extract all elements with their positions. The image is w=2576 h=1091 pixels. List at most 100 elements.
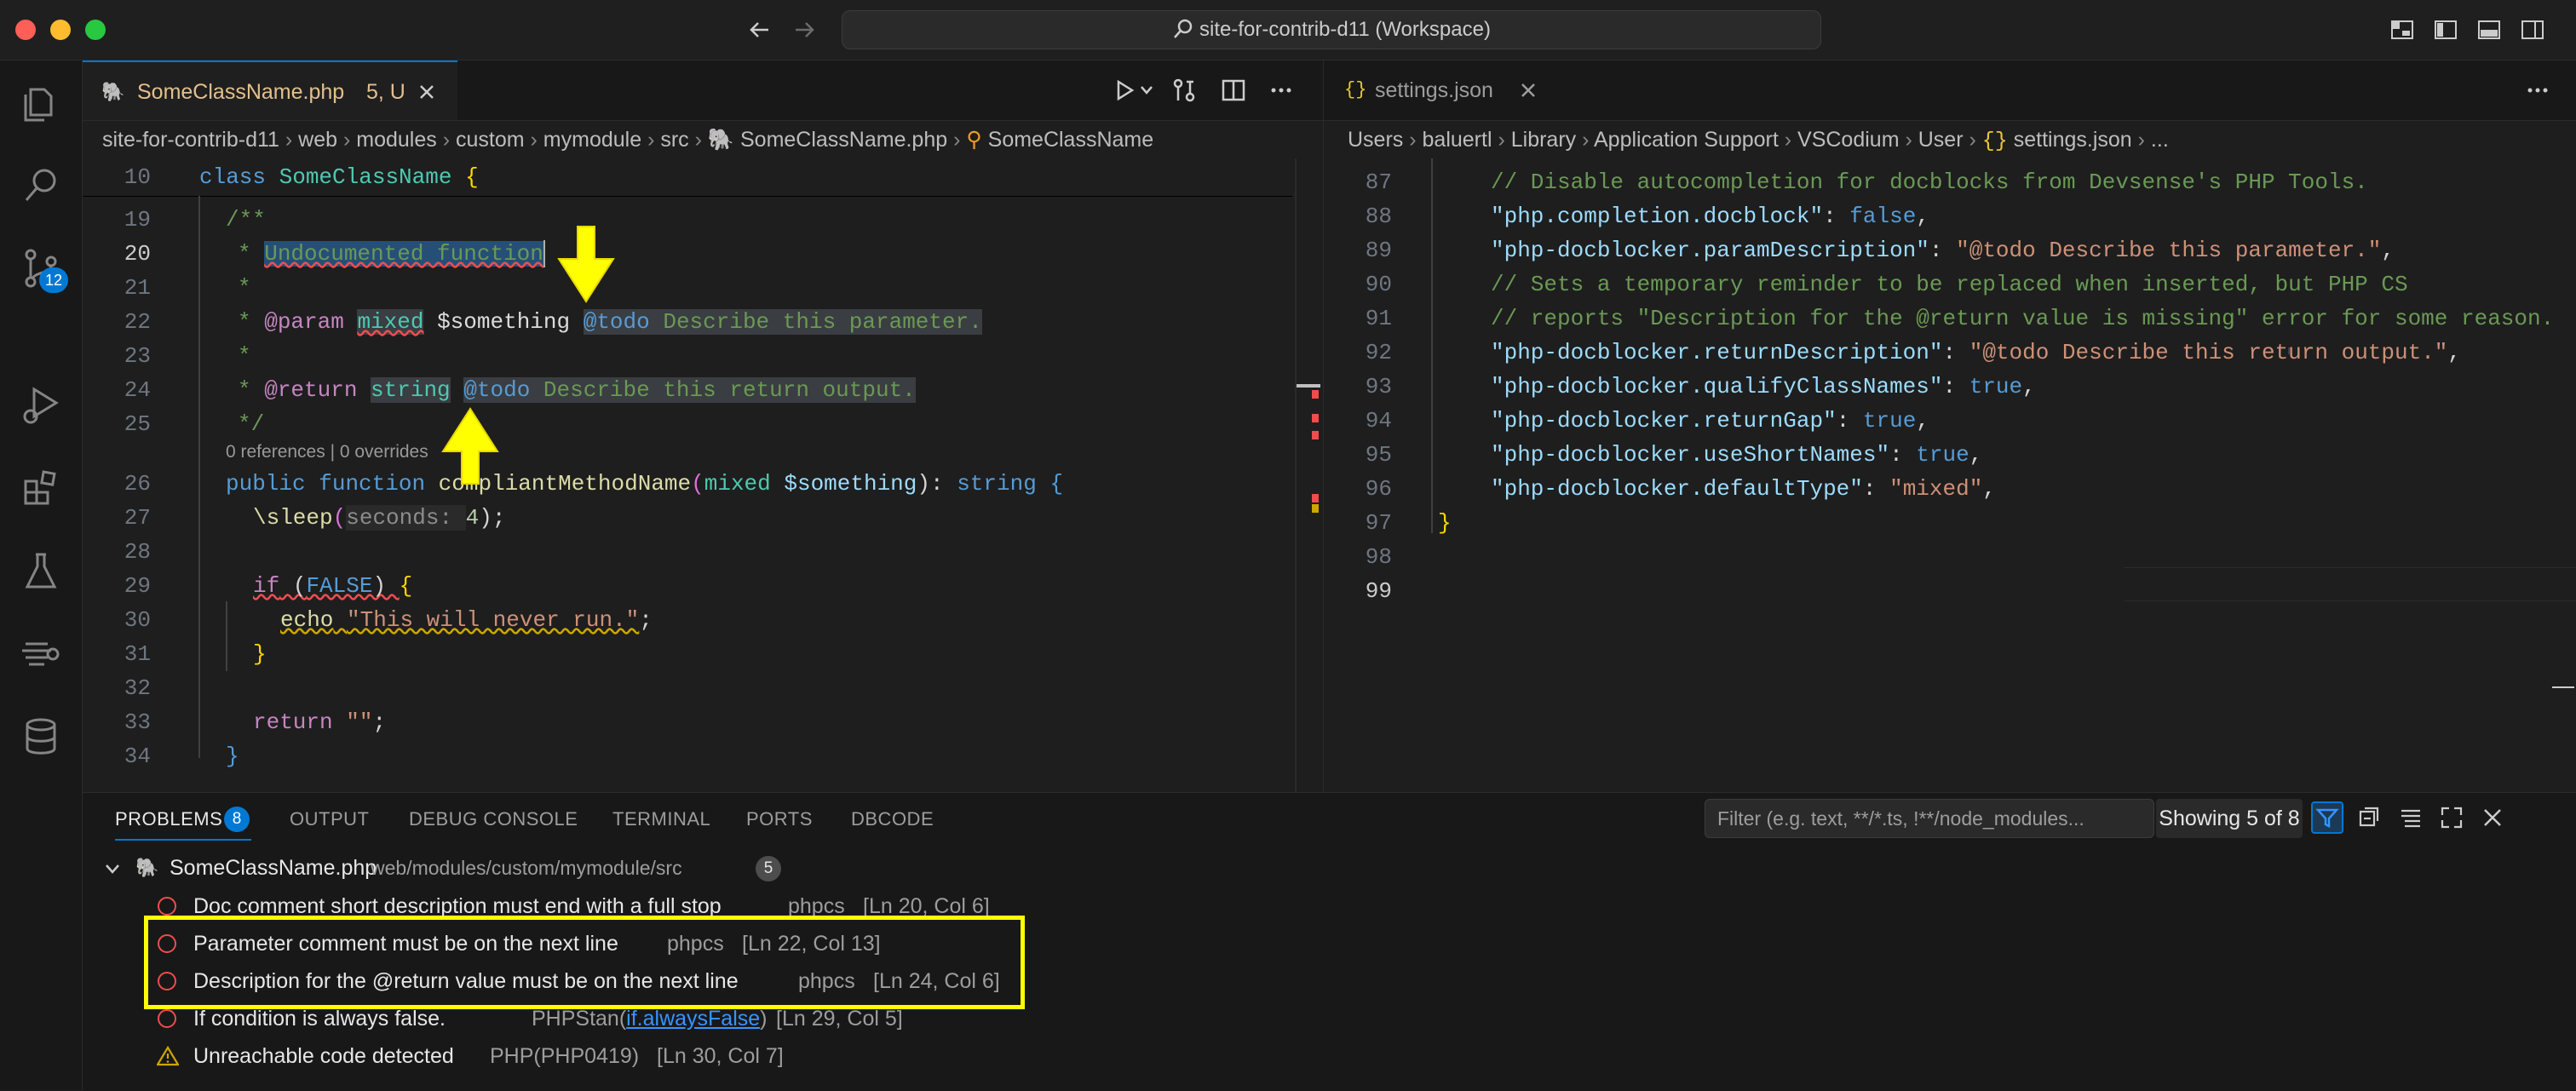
code-line-22: * @param mixed $something @todo Describe… — [238, 305, 982, 339]
filter-toggle-button[interactable] — [2311, 801, 2343, 834]
code-line-19: /** — [226, 207, 266, 233]
punctuation: : — [1942, 340, 1969, 365]
tab-debug-console[interactable]: DEBUG CONSOLE — [409, 808, 578, 830]
indent-guide — [1431, 158, 1433, 533]
chevron-down-icon[interactable] — [1139, 84, 1154, 96]
keyword: if — [253, 573, 280, 599]
breadcrumb-item[interactable]: src — [660, 128, 688, 152]
line-number: 91 — [1365, 306, 1392, 331]
line-number: 19 — [124, 207, 151, 233]
breadcrumb-item[interactable]: Application Support — [1594, 128, 1779, 152]
annotation-arrow-up-icon — [441, 407, 499, 485]
close-icon[interactable] — [1520, 82, 1537, 99]
close-icon[interactable] — [418, 83, 435, 100]
tab-settings-json[interactable]: {} settings.json — [1324, 60, 1554, 120]
json-key: "php-docblocker.qualifyClassNames" — [1491, 374, 1943, 399]
maximize-panel-icon[interactable] — [2439, 805, 2464, 830]
breadcrumb-item[interactable]: baluertl — [1423, 128, 1492, 152]
inlay-hint: seconds: — [346, 505, 466, 531]
problem-location: [Ln 30, Col 7] — [657, 1044, 784, 1068]
breadcrumb: site-for-contrib-d11 › web › modules › c… — [102, 128, 1154, 152]
breadcrumb-item[interactable]: Library — [1511, 128, 1576, 152]
left-code-editor[interactable]: 10 class SomeClassName { 19 /** 20 * Und… — [83, 158, 1323, 792]
breadcrumb-item[interactable]: SomeClassName.php — [740, 128, 947, 152]
forward-arrow-icon[interactable] — [792, 17, 818, 43]
toggle-secondary-sidebar-icon[interactable] — [2521, 19, 2544, 41]
problems-filter-input[interactable]: Filter (e.g. text, **/*.ts, !**/node_mod… — [1705, 799, 2154, 838]
code-line-21: * — [238, 275, 251, 301]
breadcrumb-item[interactable]: modules — [356, 128, 437, 152]
more-actions-icon[interactable] — [1268, 78, 1294, 103]
php-elephant-icon: 🐘 — [707, 128, 735, 152]
breadcrumb-item[interactable]: ... — [2151, 128, 2169, 152]
problem-source-label: PHPStan( — [532, 1007, 627, 1031]
tab-problems[interactable]: PROBLEMS — [115, 808, 222, 830]
class-symbol-icon: ⚲ — [966, 128, 982, 152]
breadcrumb-item[interactable]: VSCodium — [1797, 128, 1900, 152]
database-icon[interactable] — [19, 715, 63, 759]
json-value: false — [1849, 204, 1917, 229]
json-value: true — [1862, 408, 1917, 434]
string: "This will never run." — [347, 607, 640, 633]
run-icon[interactable] — [1112, 78, 1137, 103]
minimize-window-button[interactable] — [50, 20, 71, 40]
right-code-editor[interactable]: 87 // Disable autocompletion for docblock… — [1324, 158, 2576, 792]
close-window-button[interactable] — [15, 20, 36, 40]
line-number: 23 — [124, 343, 151, 369]
json-braces-icon: {} — [1981, 129, 2008, 153]
explorer-icon[interactable] — [19, 81, 63, 125]
chevron-down-icon[interactable] — [103, 859, 122, 878]
indent-guide — [198, 196, 200, 758]
breadcrumb-item[interactable]: site-for-contrib-d11 — [102, 128, 279, 152]
back-arrow-icon[interactable] — [746, 17, 772, 43]
doc-type: mixed — [357, 309, 424, 335]
breadcrumb-item[interactable]: User — [1918, 128, 1964, 152]
problem-row[interactable]: Unreachable code detected PHP(PHP0419) [… — [83, 1037, 2576, 1075]
paren: ); — [479, 505, 506, 531]
json-key: "php-docblocker.returnDescription" — [1491, 340, 1943, 365]
extensions-icon[interactable] — [19, 466, 63, 510]
customize-layout-icon[interactable] — [2390, 19, 2414, 41]
tab-someclassname-php[interactable]: 🐘 SomeClassName.php 5, U — [83, 60, 457, 120]
code-line: // reports "Description for the @return … — [1491, 301, 2554, 336]
problem-code-link[interactable]: if.alwaysFalse — [626, 1007, 760, 1031]
more-actions-icon[interactable] — [2525, 78, 2550, 103]
json-value: "@todo Describe this parameter." — [1956, 238, 2382, 263]
collapse-all-icon[interactable] — [2357, 805, 2383, 830]
remote-explorer-icon[interactable] — [19, 632, 63, 676]
code-lens[interactable]: 0 references | 0 overrides — [226, 439, 428, 465]
toggle-panel-icon[interactable] — [2477, 19, 2501, 41]
breadcrumb-item[interactable]: Users — [1348, 128, 1403, 152]
problems-file-row[interactable]: 🐘 SomeClassName.php web/modules/custom/m… — [83, 849, 2576, 887]
sticky-scroll[interactable]: 10 class SomeClassName { — [83, 158, 1292, 197]
view-as-list-icon[interactable] — [2398, 805, 2424, 830]
breadcrumb-item[interactable]: custom — [456, 128, 525, 152]
breadcrumb-item[interactable]: web — [298, 128, 337, 152]
annotation-arrow-down-icon — [557, 226, 615, 303]
breadcrumb-item[interactable]: settings.json — [2014, 128, 2132, 152]
tab-label: PROBLEMS — [115, 808, 223, 830]
tab-ports[interactable]: PORTS — [746, 808, 813, 830]
run-debug-icon[interactable] — [19, 382, 63, 427]
line-number: 90 — [1365, 272, 1392, 297]
breadcrumb-item[interactable]: SomeClassName — [988, 128, 1154, 152]
tab-dbcode[interactable]: DBCODE — [851, 808, 934, 830]
command-center[interactable]: site-for-contrib-d11 (Workspace) — [842, 10, 1821, 49]
code-line-26: public function compliantMethodName(mixe… — [226, 467, 1063, 501]
split-editor-icon[interactable] — [1221, 78, 1246, 103]
paren: ( — [279, 573, 307, 599]
close-panel-icon[interactable] — [2480, 805, 2505, 830]
comment: // reports "Description for the @return … — [1491, 306, 2555, 331]
open-changes-icon[interactable] — [1171, 78, 1197, 103]
search-view-icon[interactable] — [19, 164, 63, 208]
overview-ruler[interactable] — [1295, 158, 1297, 792]
brace: { — [399, 573, 413, 599]
tab-terminal[interactable]: TERMINAL — [612, 808, 710, 830]
tab-output[interactable]: OUTPUT — [290, 808, 369, 830]
toggle-primary-sidebar-icon[interactable] — [2434, 19, 2458, 41]
breadcrumb-item[interactable]: mymodule — [543, 128, 641, 152]
line-number: 98 — [1365, 544, 1392, 570]
testing-flask-icon[interactable] — [19, 549, 63, 594]
line-number: 27 — [124, 505, 151, 531]
maximize-window-button[interactable] — [85, 20, 106, 40]
